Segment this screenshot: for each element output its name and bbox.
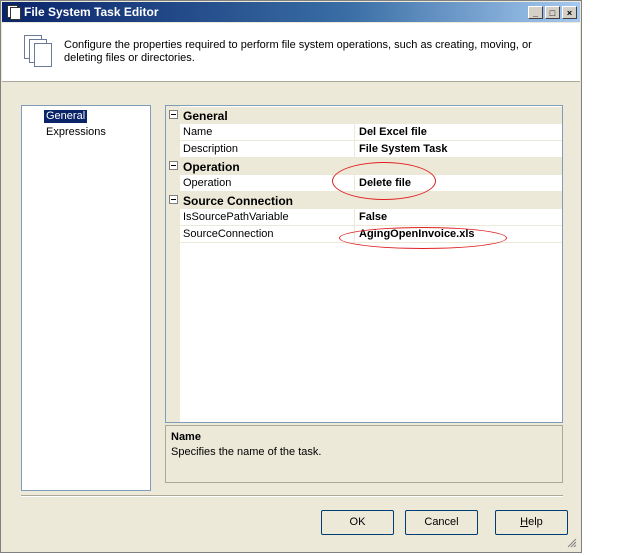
- property-name: Name: [183, 126, 213, 138]
- property-name: Description: [183, 143, 239, 155]
- window-title: File System Task Editor: [24, 5, 159, 19]
- annotation-ellipse-source-connection: [339, 227, 507, 249]
- documents-icon: [24, 35, 52, 67]
- property-name: SourceConnection: [183, 228, 274, 240]
- help-title: Name: [171, 431, 201, 443]
- annotation-ellipse-operation: [332, 162, 436, 200]
- file-system-task-editor-window: File System Task Editor _ □ × Configure …: [0, 0, 582, 553]
- help-label: elp: [528, 516, 543, 528]
- collapse-toggle-icon[interactable]: [169, 110, 178, 119]
- header-panel: Configure the properties required to per…: [2, 23, 580, 82]
- help-mnemonic: H: [520, 516, 529, 528]
- help-button[interactable]: Help: [495, 510, 568, 535]
- collapse-toggle-icon[interactable]: [169, 195, 178, 204]
- property-name: IsSourcePathVariable: [183, 211, 289, 223]
- property-value[interactable]: File System Task: [359, 143, 447, 155]
- property-row-name[interactable]: Name Del Excel file: [166, 124, 562, 141]
- nav-item-expressions[interactable]: Expressions: [44, 126, 108, 139]
- property-row-description[interactable]: Description File System Task: [166, 141, 562, 158]
- property-row-is-source-path-variable[interactable]: IsSourcePathVariable False: [166, 209, 562, 226]
- property-help-panel: Name Specifies the name of the task.: [165, 425, 563, 483]
- property-value[interactable]: False: [359, 211, 387, 223]
- resize-grip-icon[interactable]: [565, 536, 577, 548]
- app-icon: [6, 5, 21, 20]
- collapse-toggle-icon[interactable]: [169, 161, 178, 170]
- help-text: Specifies the name of the task.: [171, 446, 322, 458]
- category-label: General: [183, 109, 228, 123]
- category-label: Source Connection: [183, 194, 294, 208]
- category-general[interactable]: General: [166, 107, 562, 124]
- minimize-button[interactable]: _: [528, 5, 543, 19]
- property-name: Operation: [183, 177, 232, 189]
- close-button[interactable]: ×: [562, 5, 577, 19]
- title-bar[interactable]: File System Task Editor _ □ ×: [2, 2, 580, 22]
- separator: [21, 495, 563, 497]
- ok-button[interactable]: OK: [321, 510, 394, 535]
- page-nav-list[interactable]: General Expressions: [21, 105, 151, 491]
- nav-item-general[interactable]: General: [44, 110, 88, 123]
- maximize-button[interactable]: □: [545, 5, 560, 19]
- property-value[interactable]: Del Excel file: [359, 126, 427, 138]
- header-description: Configure the properties required to per…: [64, 39, 532, 64]
- category-label: Operation: [183, 160, 240, 174]
- cancel-button[interactable]: Cancel: [405, 510, 478, 535]
- property-grid[interactable]: General Name Del Excel file Description …: [165, 105, 563, 423]
